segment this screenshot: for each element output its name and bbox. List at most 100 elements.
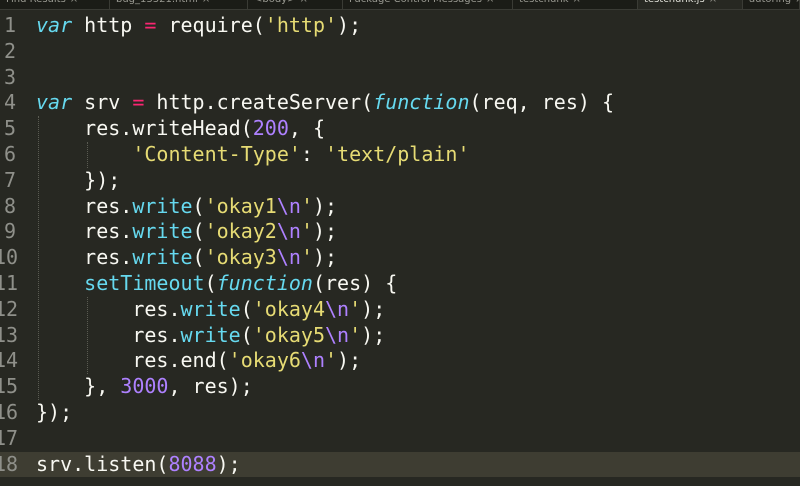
code-token: function	[373, 90, 470, 115]
code-token: 'text/plain'	[325, 142, 470, 166]
line-number: 4	[3, 90, 16, 115]
tab-testchunk-js[interactable]: testchunk.js ×	[638, 0, 743, 9]
code-token: res.	[36, 219, 133, 244]
tab-autoring[interactable]: autoring ×	[743, 0, 800, 9]
code-token: 'okay4	[252, 296, 326, 321]
line-number: 13	[0, 322, 19, 347]
tab-bug-13321-html[interactable]: bug_13321.html ×	[110, 0, 248, 9]
line-number: 10	[0, 245, 19, 270]
code-line[interactable]: 18 srv.listen(8088);	[0, 451, 800, 478]
code-token: '	[300, 245, 313, 270]
code-token: '	[349, 296, 362, 321]
code-line[interactable]: 2	[0, 39, 800, 65]
code-line[interactable]: 10 res.write('okay3\n');	[0, 245, 800, 271]
code-token: \n	[276, 219, 301, 244]
line-number: 15	[0, 374, 19, 399]
code-text: 'Content-Type': 'text/plain'	[36, 142, 470, 168]
tab-label: testchunk.js	[644, 0, 705, 5]
close-icon[interactable]: ×	[300, 0, 308, 5]
line-number: 1	[3, 13, 16, 37]
code-token: var	[36, 90, 73, 115]
code-token: );	[361, 296, 386, 321]
code-token: write	[180, 296, 241, 321]
code-token: write	[132, 193, 193, 218]
tab-package-control-messages[interactable]: Package Control Messages ×	[343, 0, 513, 9]
code-token: );	[337, 348, 362, 373]
code-token: require(	[156, 13, 265, 37]
close-icon[interactable]: ×	[573, 0, 581, 5]
code-line[interactable]: 16});	[0, 400, 800, 426]
code-line[interactable]: 14 res.end('okay6\n');	[0, 348, 800, 374]
code-line[interactable]: 17	[0, 426, 800, 452]
code-token: \n	[325, 322, 350, 347]
code-token: '	[349, 322, 362, 347]
code-token: 'okay2	[204, 219, 277, 244]
close-icon[interactable]: ×	[709, 0, 717, 5]
code-token: =	[132, 90, 145, 115]
code-token: write	[132, 219, 193, 244]
code-token: 'okay5	[252, 322, 326, 347]
tab-body[interactable]: <body> ×	[248, 0, 343, 9]
code-text: res.write('okay5\n');	[36, 323, 385, 349]
code-token: );	[216, 451, 241, 476]
line-number: 8	[3, 193, 16, 218]
code-line[interactable]: 4 var srv = http.createServer(function(re…	[0, 90, 800, 116]
code-line[interactable]: 5 res.writeHead(200, {	[0, 116, 800, 142]
tab-label: autoring	[749, 0, 791, 5]
code-token: \n	[276, 245, 301, 270]
code-line[interactable]: 3	[0, 65, 800, 91]
code-text: res.writeHead(200, {	[36, 116, 325, 142]
code-token: var	[36, 13, 73, 37]
line-number: 17	[0, 425, 19, 450]
code-token: srv	[72, 90, 133, 115]
code-token: (res) {	[312, 271, 398, 295]
code-text: srv.listen(8088);	[36, 452, 241, 478]
code-token: , {	[288, 116, 325, 141]
indent-guide	[87, 296, 88, 375]
code-token: 8088	[168, 451, 217, 476]
code-token: (	[192, 193, 205, 218]
code-token: );	[312, 193, 338, 218]
code-line[interactable]: 6 'Content-Type': 'text/plain'	[0, 142, 800, 168]
close-icon[interactable]: ×	[202, 0, 210, 5]
code-token: (	[240, 296, 253, 321]
code-token: '	[300, 219, 313, 244]
indent-guide	[87, 142, 88, 168]
code-text: setTimeout(function(res) {	[36, 271, 397, 297]
code-line[interactable]: 8 res.write('okay1\n');	[0, 194, 800, 220]
tab-find-results[interactable]: Find Results ×	[0, 0, 110, 9]
code-line[interactable]: 15 }, 3000, res);	[0, 374, 800, 400]
code-token: res.	[36, 193, 133, 218]
code-token: srv.listen(	[36, 451, 169, 476]
code-text: });	[36, 400, 72, 426]
code-line[interactable]: 9 res.write('okay2\n');	[0, 219, 800, 245]
code-line[interactable]: 7 });	[0, 168, 800, 194]
line-number: 3	[3, 64, 16, 89]
close-icon[interactable]: ×	[486, 0, 494, 5]
code-text: }, 3000, res);	[36, 374, 253, 400]
code-token: =	[144, 13, 157, 37]
code-token: :	[300, 142, 325, 166]
line-number: 12	[0, 296, 19, 321]
close-icon[interactable]: ×	[795, 0, 799, 5]
indent-guide	[38, 116, 39, 400]
code-token: write	[132, 245, 193, 270]
code-line[interactable]: 13 res.write('okay5\n');	[0, 323, 800, 349]
code-text: var http = require('http');	[36, 13, 361, 39]
code-line[interactable]: 12 res.write('okay4\n');	[0, 297, 800, 323]
code-editor[interactable]: 1 var http = require('http'); 2 3 4 var srv =…	[0, 9, 800, 486]
line-number: 11	[0, 271, 19, 295]
close-icon[interactable]: ×	[70, 0, 78, 5]
code-token: 'http'	[264, 13, 338, 37]
code-line[interactable]: 1 var http = require('http');	[0, 13, 800, 39]
code-token: res.end(	[36, 348, 229, 373]
code-token: );	[361, 322, 386, 347]
code-line[interactable]: 11 setTimeout(function(res) {	[0, 271, 800, 297]
code-token: setTimeout	[84, 271, 205, 295]
code-token: 200	[252, 116, 289, 141]
code-token: 'okay3	[204, 245, 277, 270]
code-token: http	[72, 13, 145, 37]
line-number: 5	[3, 116, 16, 141]
tab-testchunk[interactable]: testchunk ×	[513, 0, 638, 9]
